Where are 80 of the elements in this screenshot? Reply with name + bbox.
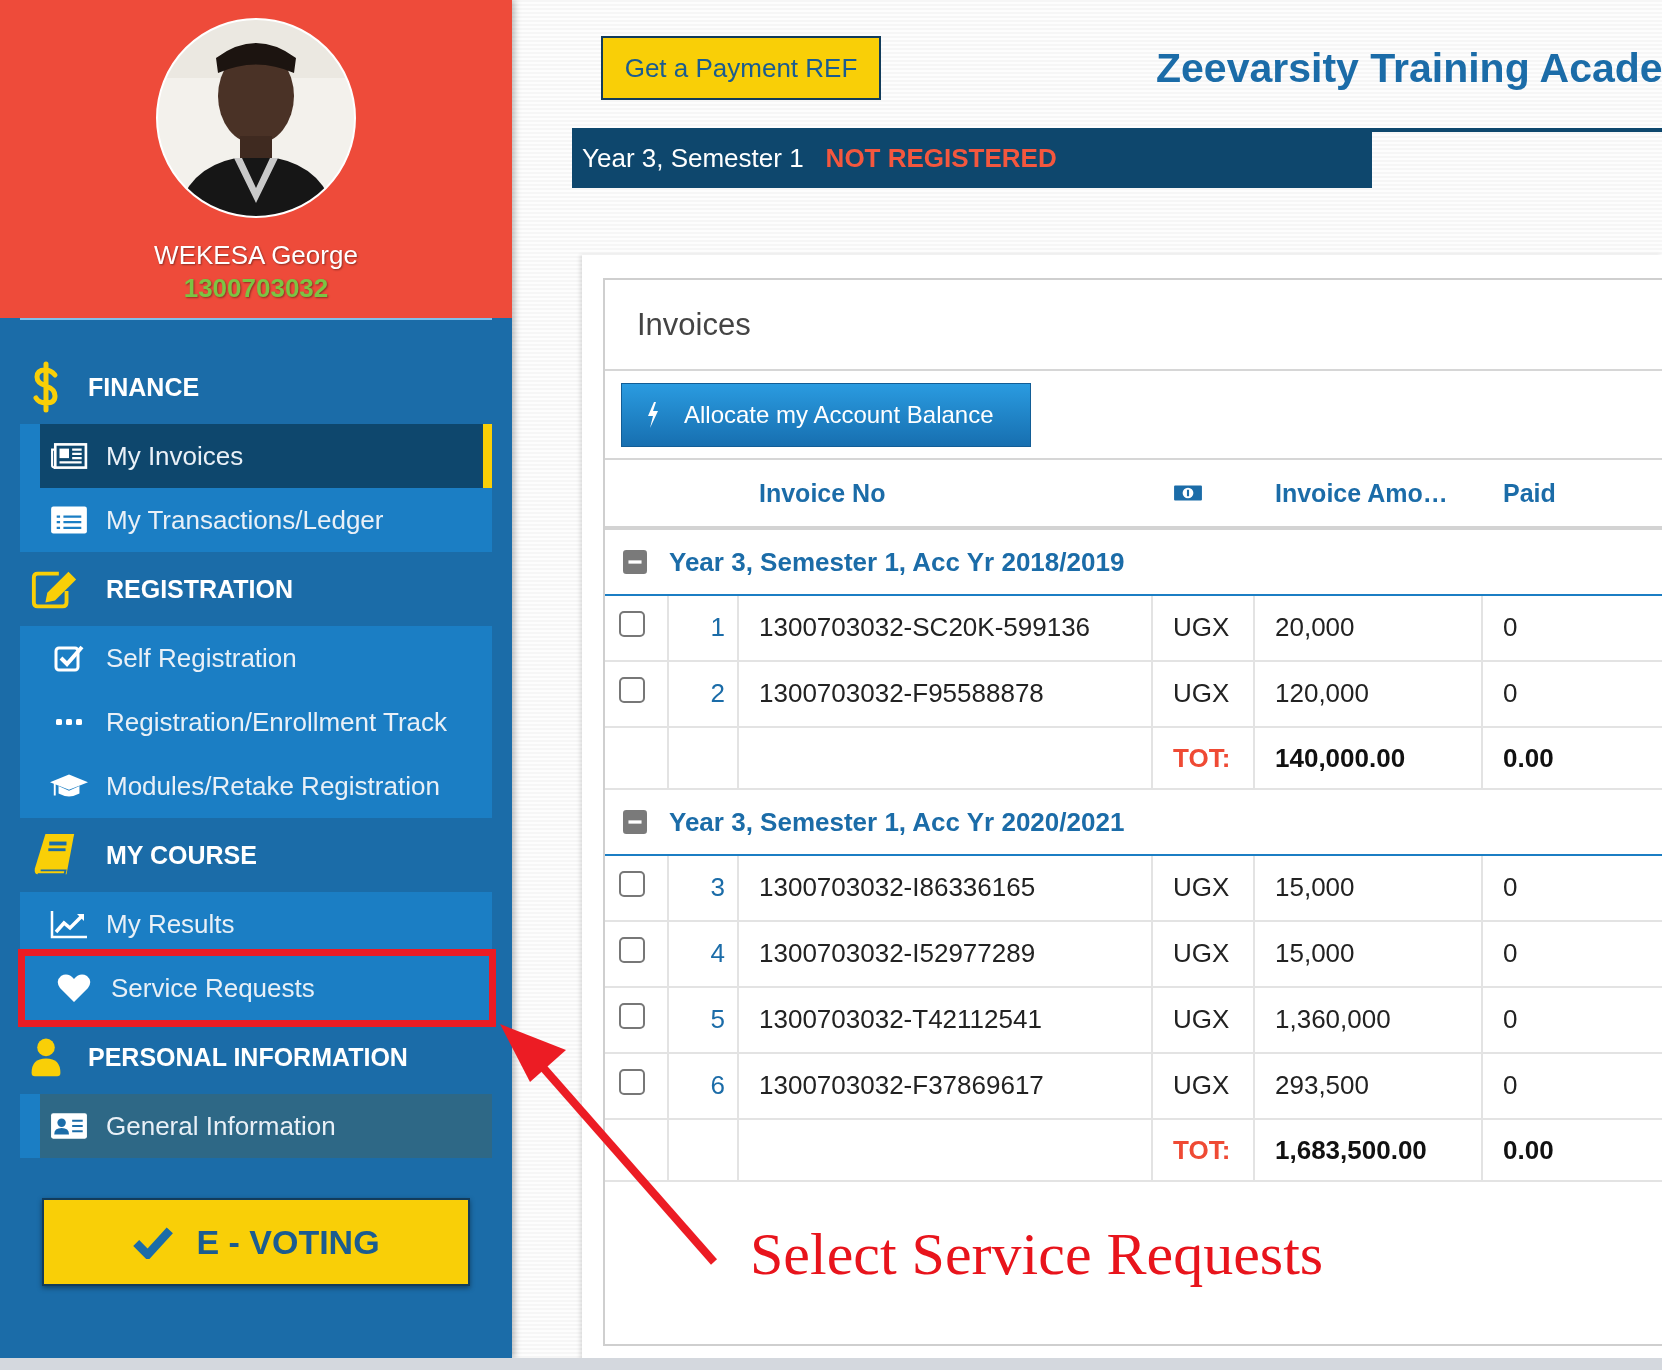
table-cell: 15,000: [1275, 938, 1355, 969]
row-checkbox[interactable]: [619, 611, 645, 637]
menu-item[interactable]: Registration/Enrollment Track: [20, 690, 492, 754]
row-checkbox[interactable]: [619, 871, 645, 897]
table-cell: 15,000: [1275, 872, 1355, 903]
table-cell: UGX: [1173, 872, 1230, 903]
menu-item[interactable]: My Results: [20, 892, 492, 956]
table-cell: UGX: [1173, 678, 1230, 709]
table-cell: UGX: [1173, 1070, 1230, 1101]
semester-label: Year 3, Semester 1: [582, 142, 804, 174]
row-checkbox[interactable]: [619, 937, 645, 963]
money-icon: [1173, 483, 1203, 503]
menu-item[interactable]: Modules/Retake Registration: [20, 754, 492, 818]
table-cell: 0: [1503, 872, 1518, 903]
total-paid: 0.00: [1503, 1134, 1554, 1166]
total-label: TOT:: [1173, 742, 1231, 774]
e-voting-button[interactable]: E - VOTING: [42, 1198, 470, 1286]
table-cell: 0: [1503, 938, 1518, 969]
menu-section-heading: REGISTRATION: [106, 574, 294, 604]
total-label: TOT:: [1173, 1134, 1231, 1166]
group-title: Year 3, Semester 1, Acc Yr 2018/2019: [669, 546, 1125, 578]
registration-status: NOT REGISTERED: [825, 142, 1057, 174]
institution-title: Zeevarsity Training Acade: [1156, 44, 1662, 92]
row-number: 4: [710, 938, 725, 969]
table-cell: 1300703032-T42112541: [759, 1004, 1042, 1035]
table-cell: 0: [1503, 1070, 1518, 1101]
menu-section-heading: FINANCE: [88, 372, 200, 402]
table-cell: UGX: [1173, 938, 1230, 969]
row-number: 3: [710, 872, 725, 903]
row-checkbox[interactable]: [619, 1069, 645, 1095]
list-icon: [50, 505, 88, 535]
check-icon: [132, 1225, 175, 1259]
newspaper-icon: [50, 441, 88, 471]
table-cell: 1,360,000: [1275, 1004, 1391, 1035]
column-header[interactable]: Paid: [1483, 478, 1662, 508]
heart-icon: [55, 973, 93, 1003]
menu-item[interactable]: General Information: [40, 1094, 492, 1158]
payment-ref-button[interactable]: Get a Payment REF: [601, 36, 881, 100]
collapse-icon[interactable]: [623, 550, 647, 574]
row-checkbox[interactable]: [619, 1003, 645, 1029]
table-cell: 1300703032-SC20K-599136: [759, 612, 1091, 643]
table-cell: UGX: [1173, 1004, 1230, 1035]
column-header[interactable]: Invoice Amo…: [1255, 478, 1483, 508]
id-card-icon: [50, 1111, 88, 1141]
menu-item[interactable]: Self Registration: [20, 626, 492, 690]
table-cell: 0: [1503, 1004, 1518, 1035]
card-title: Invoices: [605, 280, 1662, 371]
menu-item[interactable]: Service Requests: [25, 956, 489, 1020]
total-amount: 140,000.00: [1275, 742, 1406, 774]
table-cell: UGX: [1173, 612, 1230, 643]
student-name: WEKESA George: [154, 240, 358, 271]
table-cell: 0: [1503, 678, 1518, 709]
column-header[interactable]: Invoice No: [739, 478, 1153, 508]
table-cell: 1300703032-I52977289: [759, 938, 1036, 969]
total-paid: 0.00: [1503, 742, 1554, 774]
total-amount: 1,683,500.00: [1275, 1134, 1427, 1166]
row-number: 1: [710, 612, 725, 643]
table-cell: 1300703032-F95588878: [759, 678, 1044, 709]
annotation-text: Select Service Requests: [750, 1220, 1324, 1289]
row-checkbox[interactable]: [619, 677, 645, 703]
line-chart-icon: [50, 909, 88, 939]
horizontal-scrollbar[interactable]: [0, 1358, 1662, 1370]
allocate-balance-button[interactable]: Allocate my Account Balance: [621, 382, 1031, 447]
row-number: 5: [710, 1004, 725, 1035]
table-cell: 293,500: [1275, 1070, 1369, 1101]
student-number: 1300703032: [183, 273, 329, 304]
menu-section-heading: PERSONAL INFORMATION: [88, 1042, 408, 1072]
table-cell: 0: [1503, 612, 1518, 643]
row-number: 6: [710, 1070, 725, 1101]
row-number: 2: [710, 678, 725, 709]
table-cell: 120,000: [1275, 678, 1369, 709]
menu-item[interactable]: My Invoices: [40, 424, 492, 488]
table-cell: 20,000: [1275, 612, 1355, 643]
collapse-icon[interactable]: [623, 810, 647, 834]
table-cell: 1300703032-F37869617: [759, 1070, 1044, 1101]
table-cell: 1300703032-I86336165: [759, 872, 1036, 903]
group-title: Year 3, Semester 1, Acc Yr 2020/2021: [669, 806, 1125, 838]
menu-item[interactable]: My Transactions/Ledger: [20, 488, 492, 552]
lightning-icon: [646, 401, 660, 428]
menu-section-heading: MY COURSE: [106, 840, 257, 870]
